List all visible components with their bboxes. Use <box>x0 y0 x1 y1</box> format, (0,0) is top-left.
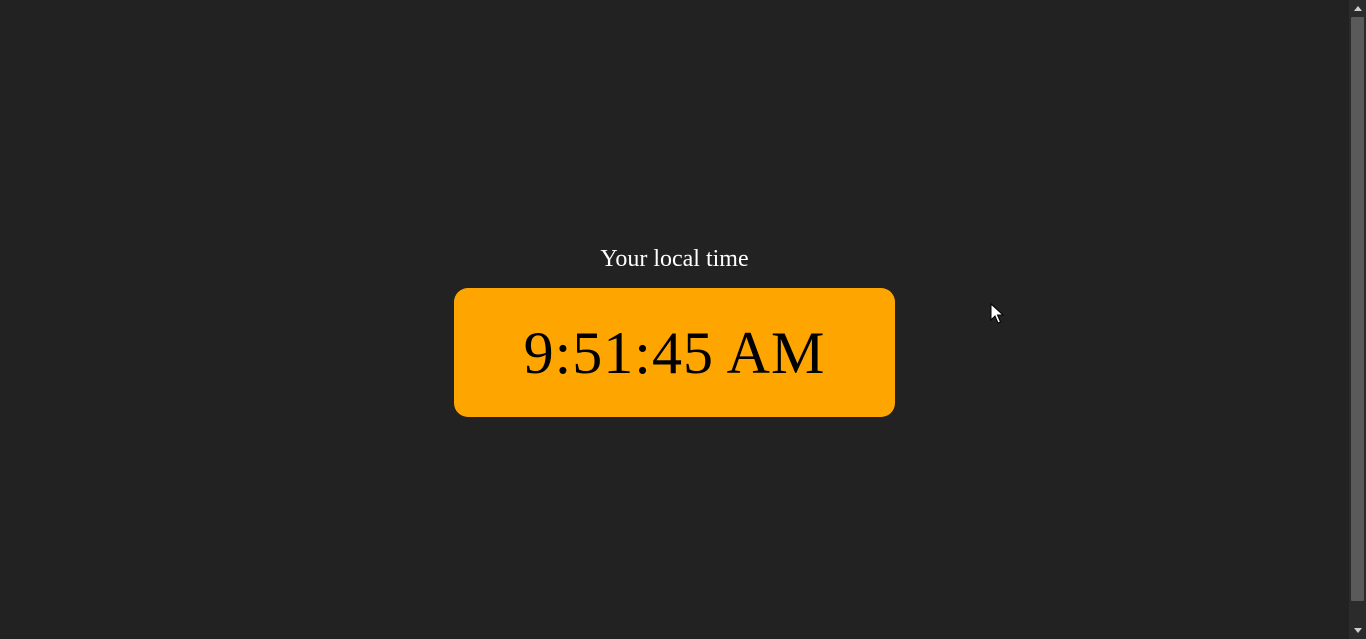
scrollbar-thumb[interactable] <box>1351 17 1364 601</box>
scroll-down-button[interactable] <box>1349 622 1366 639</box>
time-display: 9:51:45 AM <box>523 319 826 386</box>
clock-container: Your local time 9:51:45 AM <box>0 0 1349 639</box>
mouse-pointer-icon <box>990 303 1004 324</box>
chevron-down-icon <box>1353 628 1362 633</box>
chevron-up-icon <box>1353 6 1362 11</box>
page: Your local time 9:51:45 AM <box>0 0 1366 639</box>
scroll-up-button[interactable] <box>1349 0 1366 17</box>
vertical-scrollbar[interactable] <box>1349 0 1366 639</box>
time-display-box: 9:51:45 AM <box>454 288 895 417</box>
clock-label: Your local time <box>600 246 749 272</box>
